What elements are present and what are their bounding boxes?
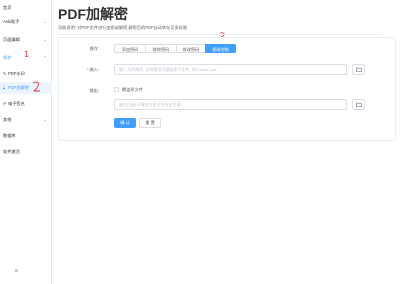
- output-dir-field[interactable]: 输出目录(不填则为原文件所在目录): [114, 99, 347, 110]
- annotation-mark-2: [32, 81, 40, 92]
- chevron-down-icon: ⌄: [43, 19, 47, 24]
- page-description: 功能说明: 对PDF文件进行加密或解密,解密后的PDF自动转存至多权限: [58, 25, 378, 35]
- sidebar-item-e-signature[interactable]: ✐ 电子签名: [0, 98, 52, 110]
- sidebar-item-label: 页面编辑: [3, 37, 20, 42]
- tab-change-password[interactable]: 修改密码: [176, 44, 206, 53]
- sidebar-item-anki[interactable]: Anki助手 ⌄: [0, 16, 52, 28]
- sidebar-item-database[interactable]: 数据库: [0, 130, 52, 142]
- annotation-mark-1: 1: [24, 50, 30, 59]
- reset-button[interactable]: 重 置: [139, 118, 161, 128]
- sidebar-item-other[interactable]: 其他 ⌄: [0, 114, 52, 126]
- tab-remove-password[interactable]: 移除密码: [145, 44, 177, 53]
- input-path-field[interactable]: 输入文件路径, 支持使用可通配多个文件, 如D:\test\*.pdf: [114, 64, 347, 75]
- sidebar-item-activate[interactable]: 软件激活: [0, 146, 52, 158]
- watermark-icon: ✎: [3, 71, 7, 76]
- output-browse-button[interactable]: [352, 99, 365, 110]
- sidebar-item-home[interactable]: 首页: [0, 2, 52, 14]
- operation-label: 操作:: [89, 46, 99, 51]
- sidebar-item-label: PDF加解密: [8, 85, 29, 90]
- overwrite-label: 覆盖原文件: [122, 87, 143, 92]
- sidebar-item-label: 电子签名: [8, 101, 25, 106]
- sidebar-item-label: 保护: [3, 55, 12, 60]
- sidebar-item-label: 首页: [3, 5, 12, 10]
- chevron-down-icon: ⌄: [43, 117, 47, 122]
- input-label-text: 输入:: [89, 67, 99, 72]
- main-content: PDF加解密 功能说明: 对PDF文件进行加密或解密,解密后的PDF自动转存至多…: [52, 0, 400, 284]
- sidebar: 首页 Anki助手 ⌄ 页面编辑 ⌄ 保护 ⌃ ✎ PDF水印 🔒︎ PDF加解密 …: [0, 0, 52, 284]
- sidebar-item-page-edit[interactable]: 页面编辑 ⌄: [0, 34, 52, 46]
- tab-add-password[interactable]: 添加密码: [114, 44, 146, 53]
- sidebar-item-label: 其他: [3, 117, 12, 122]
- sidebar-item-pdf-watermark[interactable]: ✎ PDF水印: [0, 68, 52, 80]
- lock-icon: 🔒︎: [3, 85, 6, 90]
- sidebar-item-label: 软件激活: [3, 149, 20, 154]
- output-label: 输出:: [89, 88, 99, 93]
- sidebar-item-pdf-encrypt[interactable]: 🔒︎ PDF加解密: [0, 82, 52, 94]
- confirm-button[interactable]: 确 认: [114, 118, 136, 128]
- page-title: PDF加解密: [58, 6, 128, 22]
- sidebar-item-label: PDF水印: [8, 71, 25, 76]
- folder-icon: [355, 102, 362, 107]
- collapse-menu-icon[interactable]: ≡: [15, 268, 18, 274]
- overwrite-checkbox[interactable]: [114, 87, 119, 92]
- chevron-up-icon: ⌃: [43, 55, 47, 60]
- form-card: 操作: 添加密码 移除密码 修改密码 权限控制 *输入: 输入文件路径, 支持使…: [58, 37, 396, 141]
- sidebar-item-label: 数据库: [3, 133, 16, 138]
- chevron-down-icon: ⌄: [43, 37, 47, 42]
- sidebar-item-label: Anki助手: [3, 19, 20, 24]
- input-label: *输入:: [59, 67, 99, 73]
- signature-icon: ✐: [3, 101, 7, 106]
- tab-permission-control[interactable]: 权限控制: [205, 44, 236, 53]
- input-browse-button[interactable]: [352, 64, 365, 75]
- folder-icon: [355, 67, 362, 72]
